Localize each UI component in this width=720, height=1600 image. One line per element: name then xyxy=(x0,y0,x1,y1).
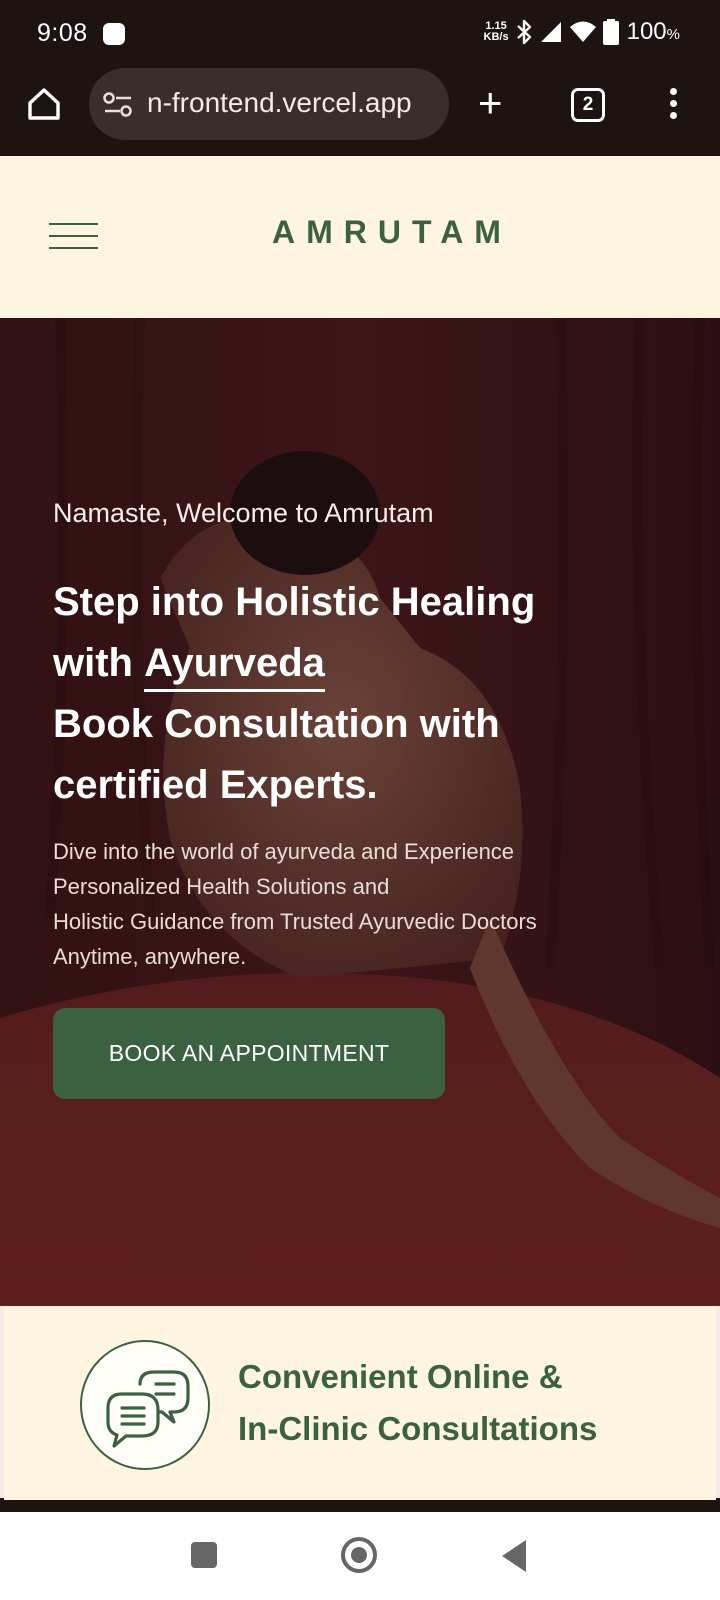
url-text[interactable]: n-frontend.vercel.app xyxy=(147,87,412,119)
back-icon[interactable] xyxy=(502,1540,526,1572)
system-nav-bar xyxy=(0,1512,720,1600)
tab-switcher-button[interactable]: 2 xyxy=(571,88,605,122)
hero-section: Namaste, Welcome to Amrutam Step into Ho… xyxy=(0,318,720,1306)
chat-bubbles-icon-svg xyxy=(106,1370,190,1448)
new-tab-icon[interactable]: + xyxy=(478,82,503,124)
recent-apps-icon[interactable] xyxy=(191,1542,217,1568)
brand-logo[interactable]: AMRUTAM xyxy=(0,214,720,251)
status-time: 9:08 xyxy=(37,19,88,47)
bluetooth-icon xyxy=(516,19,531,45)
feature-section: Convenient Online & In-Clinic Consultati… xyxy=(0,1306,720,1500)
network-speed: 1.15 KB/s xyxy=(483,20,509,43)
home-button-icon[interactable] xyxy=(341,1537,377,1573)
status-bar: 9:08 1.15 KB/s 100% xyxy=(0,0,720,68)
battery-icon xyxy=(602,19,619,45)
wifi-icon xyxy=(569,21,596,42)
hero-kicker: Namaste, Welcome to Amrutam xyxy=(53,498,434,528)
next-feature-card-edge xyxy=(4,1496,716,1500)
cell-signal-icon xyxy=(540,22,561,42)
notification-icon xyxy=(103,23,125,45)
home-icon[interactable] xyxy=(24,84,64,124)
chat-bubbles-icon xyxy=(80,1340,210,1470)
more-menu-icon[interactable] xyxy=(670,88,678,122)
feature-card: Convenient Online & In-Clinic Consultati… xyxy=(4,1307,716,1497)
battery-level: 100% xyxy=(626,18,680,45)
hero-title-highlight: Ayurveda xyxy=(144,633,325,694)
browser-toolbar: n-frontend.vercel.app + 2 xyxy=(0,68,720,156)
status-indicators: 1.15 KB/s 100% xyxy=(484,18,680,46)
hero-title: Step into Holistic Healing with Ayurveda… xyxy=(53,580,536,807)
site-header: AMRUTAM xyxy=(0,156,720,318)
hero-description: Dive into the world of ayurveda and Expe… xyxy=(53,839,537,969)
book-appointment-button[interactable]: BOOK AN APPOINTMENT xyxy=(53,1008,445,1099)
feature-title: Convenient Online & In-Clinic Consultati… xyxy=(238,1358,598,1447)
address-bar[interactable]: n-frontend.vercel.app xyxy=(89,68,449,140)
site-settings-icon[interactable] xyxy=(103,92,133,118)
